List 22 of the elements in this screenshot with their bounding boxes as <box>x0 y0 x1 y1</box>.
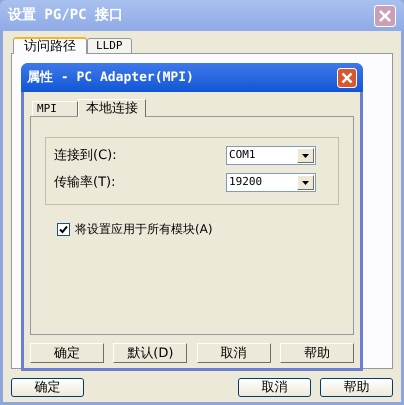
checkbox-label[interactable]: 将设置应用于所有模块(A) <box>75 220 213 238</box>
field-label: 连接到(C): <box>54 146 117 165</box>
button[interactable]: 帮助 <box>320 378 393 397</box>
button[interactable]: 默认(D) <box>113 343 188 363</box>
checkbox[interactable] <box>57 222 70 236</box>
close-icon[interactable] <box>337 68 357 88</box>
dialog-title: 属性 - PC Adapter(MPI) <box>27 68 194 87</box>
button[interactable]: 确定 <box>11 378 84 397</box>
dropdown[interactable]: COM1 <box>226 146 316 165</box>
button[interactable]: 确定 <box>30 343 104 363</box>
field-label: 传输率(T): <box>54 174 116 192</box>
tab[interactable]: MPI <box>32 101 78 116</box>
dropdown-value: COM1 <box>229 147 256 164</box>
button[interactable]: 取消 <box>238 378 311 397</box>
tab[interactable]: 本地连接 <box>78 99 146 117</box>
tab[interactable]: LLDP <box>87 38 132 53</box>
window-title: 设置 PG/PC 接口 <box>8 6 124 25</box>
button[interactable]: 帮助 <box>280 343 354 363</box>
dropdown[interactable]: 19200 <box>226 173 316 192</box>
button[interactable]: 取消 <box>196 343 271 363</box>
dropdown-value: 19200 <box>229 174 264 190</box>
tab[interactable]: 访问路径 <box>13 37 87 54</box>
